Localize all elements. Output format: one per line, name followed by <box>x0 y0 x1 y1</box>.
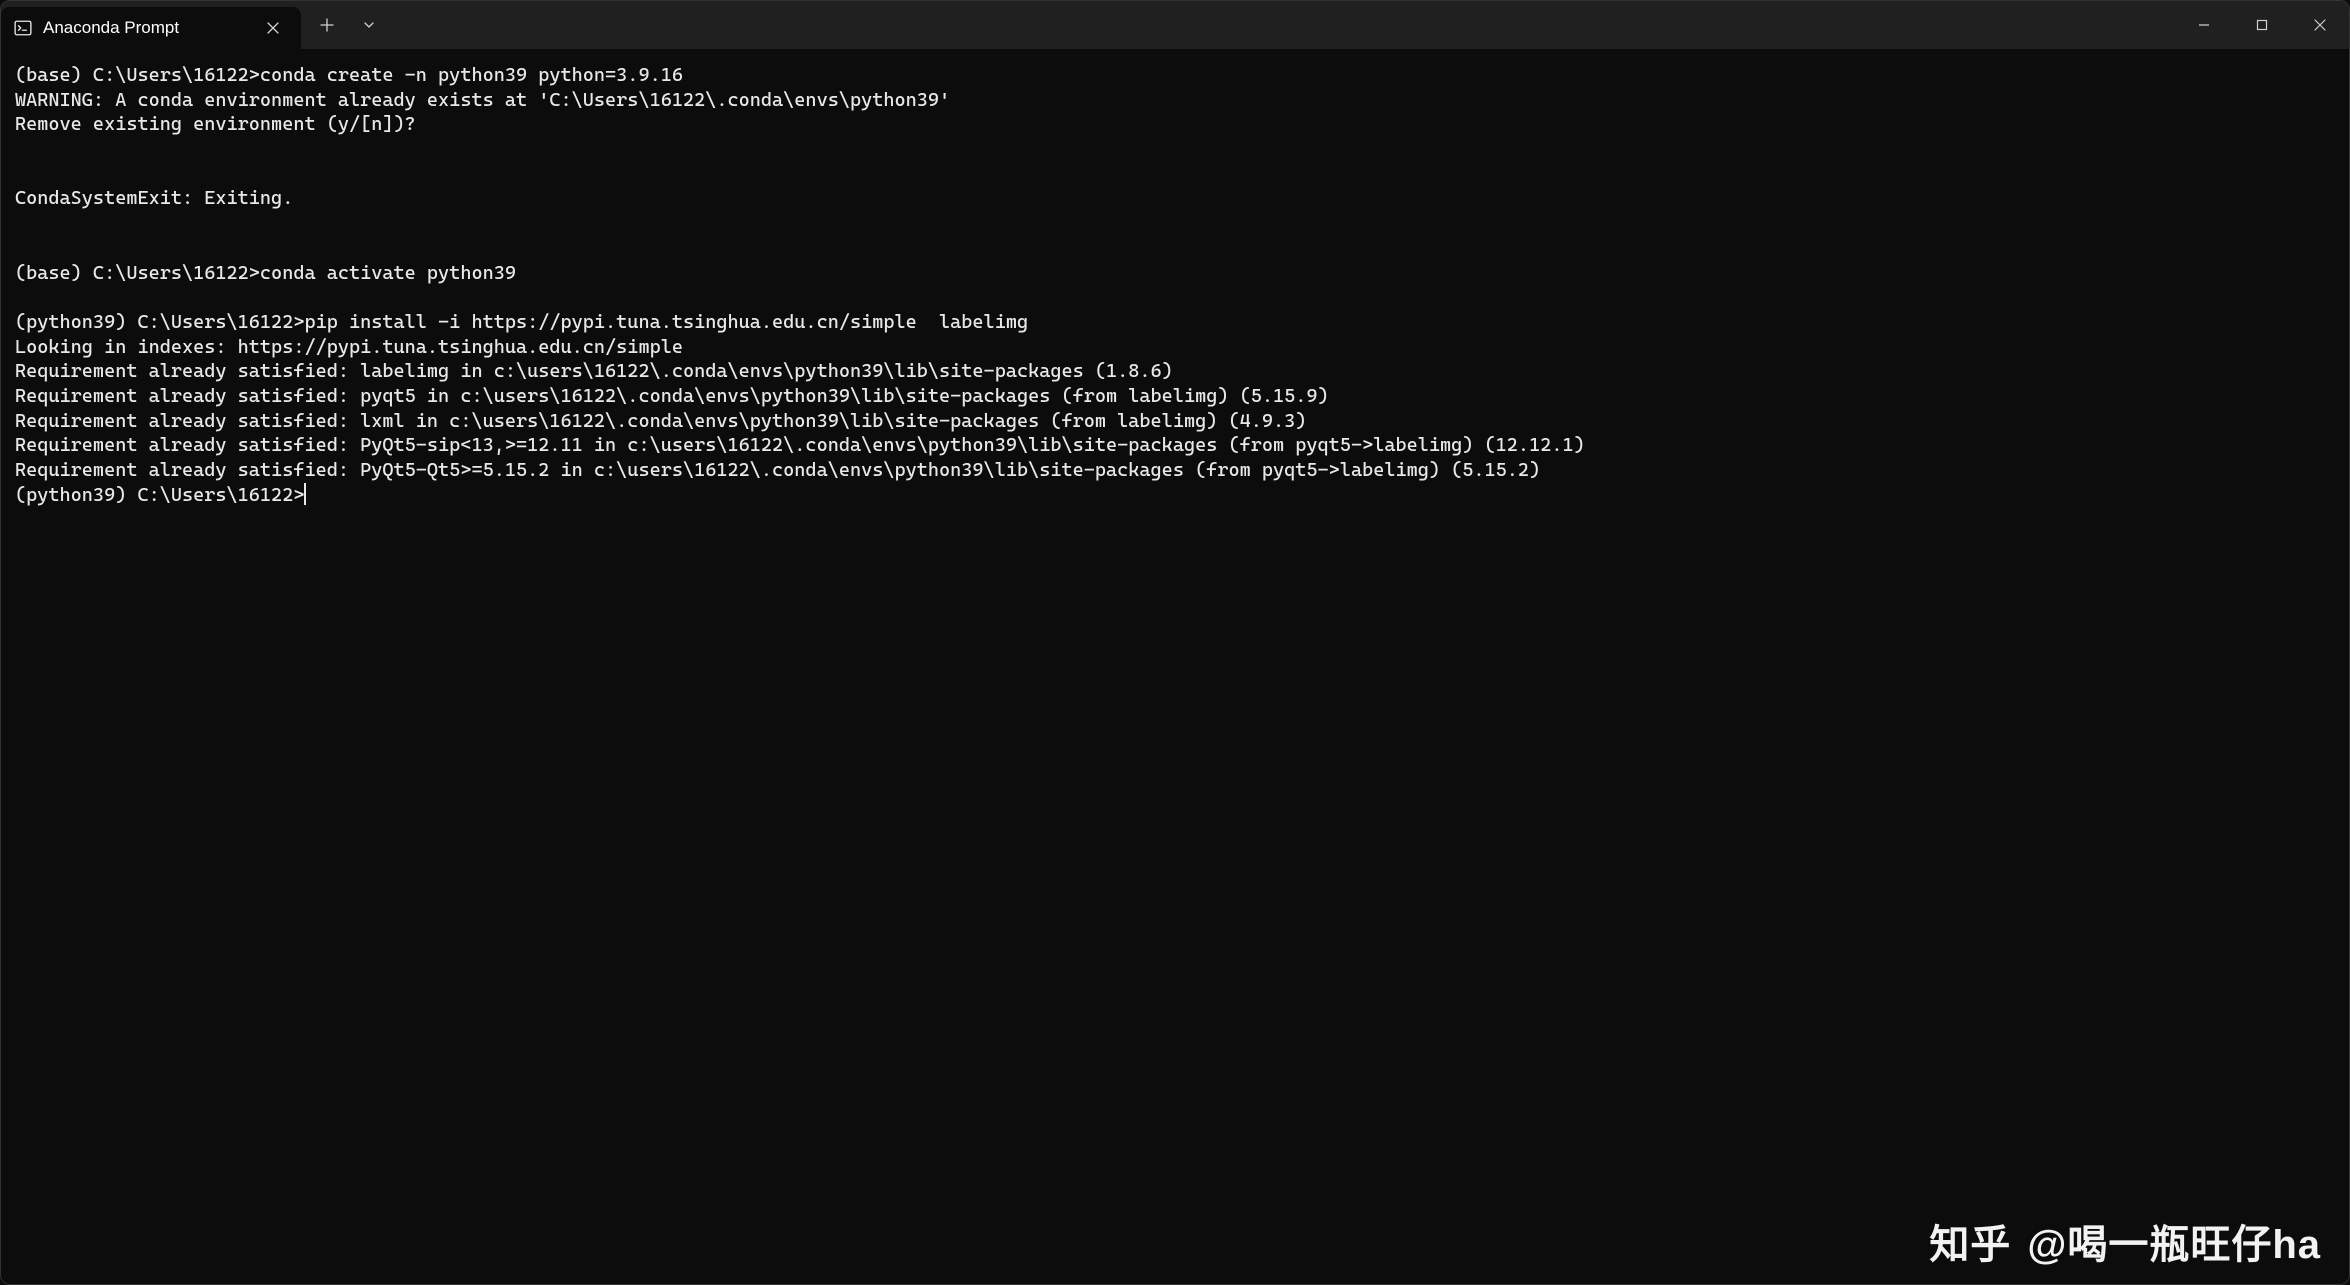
maximize-button[interactable] <box>2233 1 2291 49</box>
watermark-logo: 知乎 <box>1929 1212 2011 1270</box>
close-window-button[interactable] <box>2291 1 2349 49</box>
tab-active[interactable]: Anaconda Prompt <box>1 7 301 49</box>
tab-title: Anaconda Prompt <box>43 18 249 38</box>
terminal-tab-icon <box>13 18 33 38</box>
terminal-body[interactable]: (base) C:\Users\16122>conda create -n py… <box>1 49 2349 1284</box>
tab-close-button[interactable] <box>259 14 287 42</box>
titlebar-drag-area[interactable] <box>389 1 2175 49</box>
minimize-button[interactable] <box>2175 1 2233 49</box>
tab-actions <box>301 1 389 49</box>
window-controls <box>2175 1 2349 49</box>
terminal-current-prompt: (python39) C:\Users\16122> <box>15 483 304 508</box>
tab-strip: Anaconda Prompt <box>1 1 301 49</box>
terminal-cursor <box>304 483 306 505</box>
tab-dropdown-button[interactable] <box>349 1 389 49</box>
watermark-text: @喝一瓶旺仔ha <box>2027 1212 2321 1270</box>
new-tab-button[interactable] <box>307 1 347 49</box>
titlebar: Anaconda Prompt <box>1 1 2349 49</box>
watermark: 知乎 @喝一瓶旺仔ha <box>1929 1212 2321 1270</box>
terminal-window: Anaconda Prompt <box>0 0 2350 1285</box>
terminal-output: (base) C:\Users\16122>conda create -n py… <box>15 63 2335 483</box>
